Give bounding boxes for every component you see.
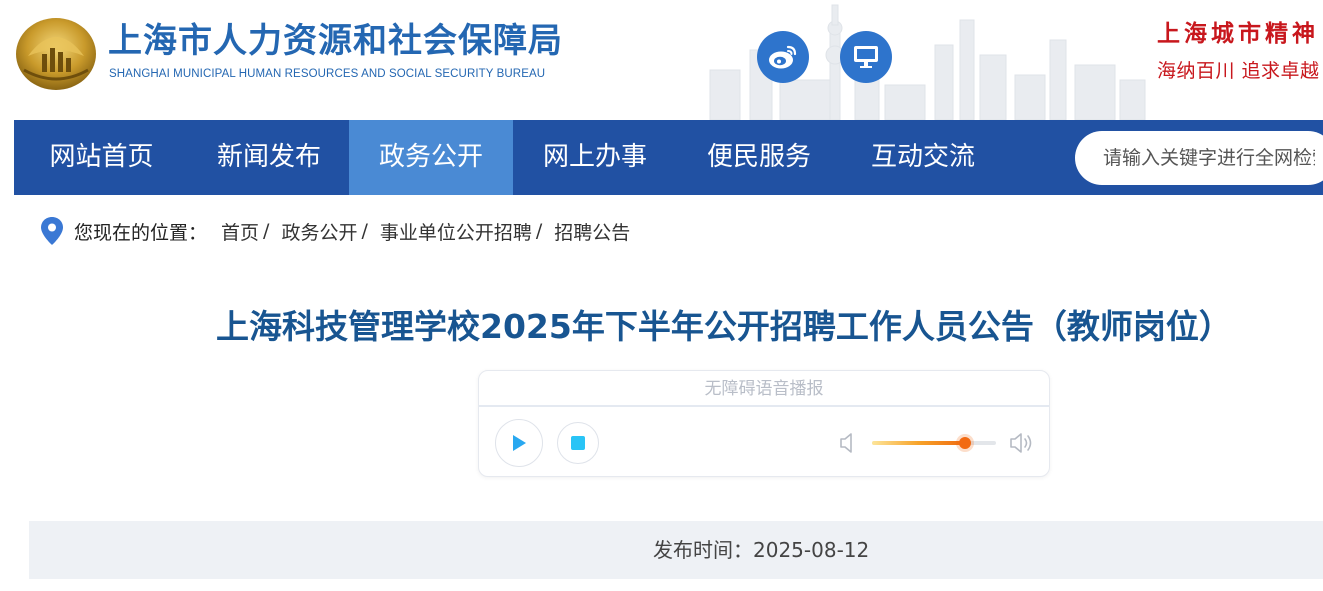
volume-slider[interactable] [872,437,996,449]
location-pin-icon [41,217,63,245]
volume-low-icon[interactable] [839,431,857,455]
city-skyline-decoration [709,4,1146,120]
nav-government-affairs[interactable]: 政务公开 [349,120,513,195]
breadcrumb: 您现在的位置： 首页 / 政务公开 / 事业单位公开招聘 / 招聘公告 [40,214,630,248]
breadcrumb-prefix: 您现在的位置： [74,221,208,244]
nav-home[interactable]: 网站首页 [14,120,189,195]
volume-slider-fill [872,441,965,445]
weibo-button[interactable] [757,31,809,83]
city-spirit-motto: 海纳百川 追求卓越 [1157,60,1320,82]
search-input[interactable] [1075,131,1315,185]
publish-date: 发布时间：2025-08-12 [653,538,870,562]
volume-slider-handle[interactable] [959,437,971,449]
nav-news[interactable]: 新闻发布 [189,120,349,195]
city-spirit-slogan: 上海城市精神 [1157,20,1319,47]
breadcrumb-separator: / [535,220,543,242]
play-button[interactable] [495,419,543,467]
site-header: 上海市人力资源和社会保障局 SHANGHAI MUNICIPAL HUMAN R… [0,0,1323,120]
breadcrumb-separator: / [263,220,270,242]
nav-interaction[interactable]: 互动交流 [841,120,1005,195]
stop-icon [571,436,585,450]
stop-button[interactable] [557,422,599,464]
breadcrumb-government-affairs[interactable]: 政务公开 [281,218,357,245]
desktop-version-button[interactable] [840,31,892,83]
weibo-icon [769,45,797,69]
bureau-emblem-logo [16,18,96,90]
article-title: 上海科技管理学校2025年下半年公开招聘工作人员公告（教师岗位） [216,307,1232,346]
breadcrumb-public-recruitment[interactable]: 事业单位公开招聘 [380,218,532,245]
nav-public-services[interactable]: 便民服务 [677,120,841,195]
breadcrumb-recruitment-notice[interactable]: 招聘公告 [554,218,630,245]
volume-high-icon[interactable] [1009,430,1035,456]
publish-info-bar: 发布时间：2025-08-12 [29,521,1323,579]
breadcrumb-separator: / [361,220,368,242]
desktop-icon [854,46,878,68]
accessibility-audio-player: 无障碍语音播报 [478,370,1050,477]
org-name-chinese: 上海市人力资源和社会保障局 [108,21,563,61]
audio-player-title: 无障碍语音播报 [479,371,1049,407]
breadcrumb-home[interactable]: 首页 [221,218,259,245]
nav-online-services[interactable]: 网上办事 [513,120,677,195]
site-search-box [1075,131,1323,185]
org-name-english: SHANGHAI MUNICIPAL HUMAN RESOURCES AND S… [109,68,546,80]
play-icon [513,435,526,451]
